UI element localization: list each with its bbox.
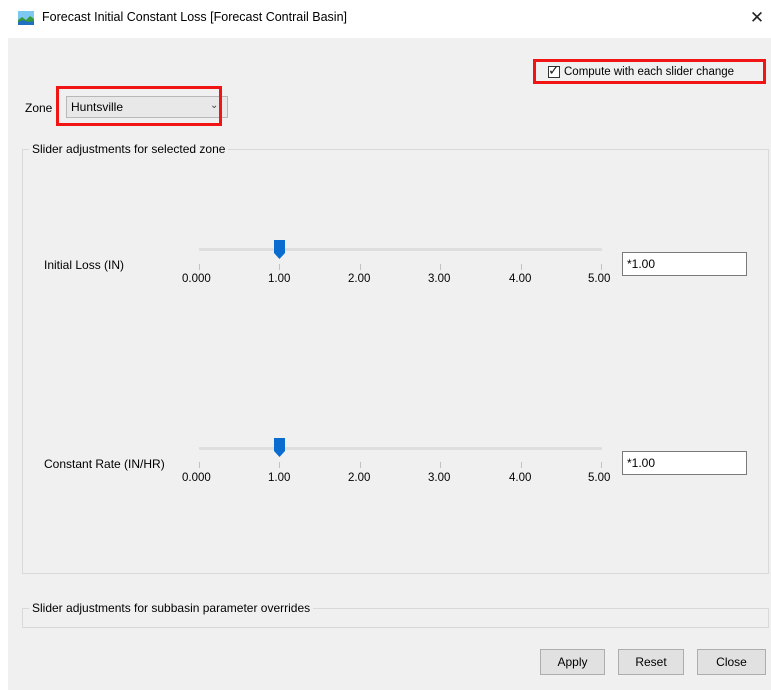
zone-dropdown[interactable]: Huntsville ⌄ — [66, 96, 228, 118]
chevron-down-icon[interactable]: ⌄ — [210, 100, 218, 111]
compute-checkbox[interactable]: ✓ — [548, 62, 560, 78]
title-bar: Forecast Initial Constant Loss [Forecast… — [0, 0, 771, 38]
window-title: Forecast Initial Constant Loss [Forecast… — [42, 10, 347, 24]
initial-loss-tick — [521, 264, 522, 270]
initial-loss-tick-label: 5.00 — [588, 273, 611, 285]
constant-rate-tick — [199, 462, 200, 468]
checkmark-icon: ✓ — [548, 62, 560, 78]
initial-loss-tick — [199, 264, 200, 270]
constant-rate-tick — [279, 462, 280, 468]
constant-rate-tick-label: 5.00 — [588, 472, 611, 484]
initial-loss-slider-track[interactable] — [199, 248, 602, 251]
close-icon[interactable]: ✕ — [743, 4, 771, 32]
constant-rate-slider-thumb[interactable] — [274, 438, 286, 457]
compute-checkbox-row[interactable]: ✓ Compute with each slider change — [548, 62, 735, 80]
initial-loss-tick-label: 2.00 — [348, 273, 371, 285]
close-button[interactable]: Close — [697, 649, 766, 675]
selected-zone-slider-group: Slider adjustments for selected zone — [22, 142, 769, 574]
initial-loss-label: Initial Loss (IN) — [44, 258, 125, 272]
constant-rate-slider-track[interactable] — [199, 447, 602, 450]
constant-rate-label: Constant Rate (IN/HR) — [44, 457, 165, 471]
zone-selected-value: Huntsville — [71, 100, 124, 114]
constant-rate-tick — [360, 462, 361, 468]
zone-label: Zone — [25, 101, 53, 115]
constant-rate-tick-label: 0.000 — [182, 472, 211, 484]
reset-button[interactable]: Reset — [618, 649, 684, 675]
initial-loss-slider-thumb[interactable] — [274, 240, 286, 259]
constant-rate-tick — [440, 462, 441, 468]
initial-loss-tick — [279, 264, 280, 270]
compute-checkbox-label: Compute with each slider change — [564, 66, 735, 78]
initial-loss-tick-label: 0.000 — [182, 273, 211, 285]
apply-button[interactable]: Apply — [540, 649, 605, 675]
initial-loss-tick-label: 4.00 — [509, 273, 532, 285]
subbasin-overrides-group[interactable]: Slider adjustments for subbasin paramete… — [22, 601, 769, 628]
constant-rate-tick — [601, 462, 602, 468]
hydrology-app-icon — [18, 11, 34, 25]
initial-loss-tick — [440, 264, 441, 270]
initial-loss-value-input[interactable] — [622, 252, 747, 276]
initial-loss-tick-label: 3.00 — [428, 273, 451, 285]
initial-loss-tick — [601, 264, 602, 270]
constant-rate-value-input[interactable] — [622, 451, 747, 475]
initial-loss-tick — [360, 264, 361, 270]
initial-loss-tick-label: 1.00 — [268, 273, 291, 285]
constant-rate-tick — [521, 462, 522, 468]
constant-rate-tick-label: 2.00 — [348, 472, 371, 484]
constant-rate-tick-label: 4.00 — [509, 472, 532, 484]
subbasin-overrides-group-title: Slider adjustments for subbasin paramete… — [32, 601, 311, 615]
constant-rate-tick-label: 3.00 — [428, 472, 451, 484]
constant-rate-tick-label: 1.00 — [268, 472, 291, 484]
selected-zone-group-title: Slider adjustments for selected zone — [32, 142, 226, 156]
